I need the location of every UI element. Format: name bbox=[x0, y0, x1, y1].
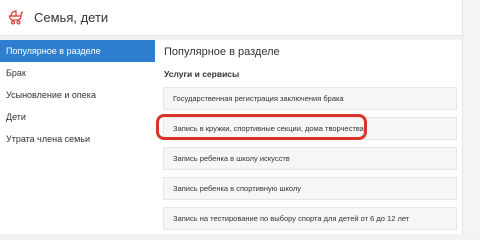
service-sports-testing[interactable]: Запись на тестирование по выбору спорта … bbox=[163, 207, 457, 230]
sidebar: Популярное в разделе Брак Усыновление и … bbox=[0, 40, 155, 234]
service-sports-school-enrollment[interactable]: Запись ребенка в спортивную школу bbox=[163, 177, 457, 200]
services-heading: Услуги и сервисы bbox=[164, 69, 240, 79]
baby-stroller-icon bbox=[8, 9, 24, 25]
scroll-area bbox=[462, 0, 480, 234]
page-title: Семья, дети bbox=[34, 10, 109, 25]
sidebar-item-children[interactable]: Дети bbox=[0, 106, 155, 128]
sidebar-item-popular[interactable]: Популярное в разделе bbox=[0, 40, 155, 62]
sidebar-item-bereavement[interactable]: Утрата члена семьи bbox=[0, 128, 155, 150]
service-marriage-registration[interactable]: Государственная регистрация заключения б… bbox=[163, 87, 457, 110]
page: Семья, дети Популярное в разделе Брак Ус… bbox=[0, 0, 480, 234]
service-art-school-enrollment[interactable]: Запись ребенка в школу искусств bbox=[163, 147, 457, 170]
service-clubs-enrollment[interactable]: Запись в кружки, спортивные секции, дома… bbox=[163, 117, 457, 140]
header: Семья, дети bbox=[0, 0, 462, 36]
section-title: Популярное в разделе bbox=[164, 46, 280, 58]
sidebar-item-adoption[interactable]: Усыновление и опека bbox=[0, 84, 155, 106]
sidebar-item-marriage[interactable]: Брак bbox=[0, 62, 155, 84]
main-content: Популярное в разделе Услуги и сервисы Го… bbox=[155, 40, 462, 234]
